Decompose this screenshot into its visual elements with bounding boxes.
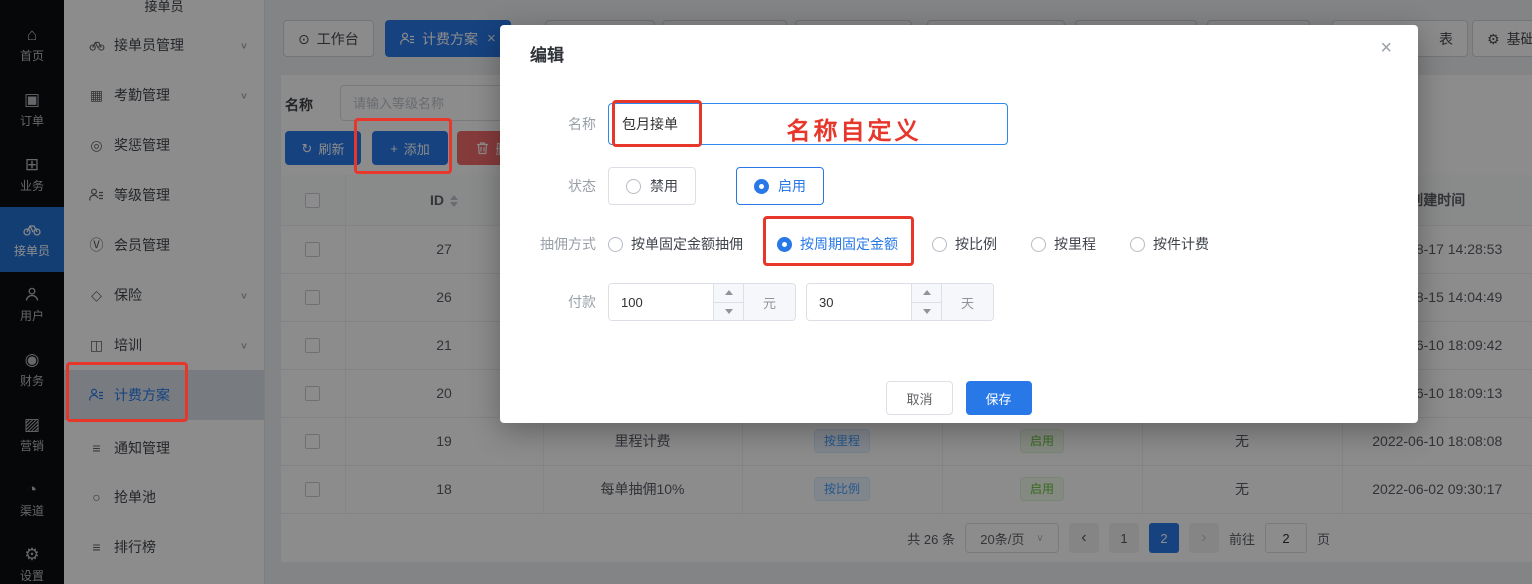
step-down-icon[interactable] xyxy=(714,302,743,321)
radio-icon xyxy=(932,237,947,252)
step-down-icon[interactable] xyxy=(912,302,941,321)
radio-label: 按周期固定金额 xyxy=(800,234,898,254)
radio-label: 禁用 xyxy=(650,176,678,196)
radio-label: 按件计费 xyxy=(1153,234,1209,254)
edit-dialog: 编辑 × 名称 状态 禁用 启用 抽佣方式 按单固定金额抽佣 xyxy=(500,25,1418,423)
app-screen: ⌂ 首页 ▣ 订单 ⊞ 业务 接单员 用户 xyxy=(0,0,1532,584)
method-field-label: 抽佣方式 xyxy=(500,234,608,254)
method-field-row: 抽佣方式 按单固定金额抽佣 按周期固定金额 按比例 按里程 xyxy=(500,229,1418,259)
days-unit: 天 xyxy=(941,284,993,320)
radio-disabled[interactable]: 禁用 xyxy=(608,167,696,205)
days-input-group: 天 xyxy=(806,283,994,321)
radio-fixed-per-order[interactable]: 按单固定金额抽佣 xyxy=(608,234,743,254)
method-radio-group: 按单固定金额抽佣 按周期固定金额 按比例 按里程 按件计费 xyxy=(608,234,1209,254)
radio-label: 按比例 xyxy=(955,234,997,254)
amount-unit: 元 xyxy=(743,284,795,320)
radio-icon xyxy=(608,237,623,252)
amount-input-group: 元 xyxy=(608,283,796,321)
radio-fixed-per-period[interactable]: 按周期固定金额 xyxy=(777,234,898,254)
annotation-note: 名称自定义 xyxy=(748,111,960,146)
pay-field-row: 付款 元 天 xyxy=(500,283,1418,321)
radio-enabled[interactable]: 启用 xyxy=(736,167,824,205)
step-up-icon[interactable] xyxy=(912,284,941,302)
status-field-label: 状态 xyxy=(500,176,608,196)
radio-by-ratio[interactable]: 按比例 xyxy=(932,234,997,254)
close-icon[interactable]: × xyxy=(1380,37,1392,60)
days-stepper[interactable] xyxy=(911,284,941,320)
radio-icon xyxy=(626,179,641,194)
cancel-button[interactable]: 取消 xyxy=(886,381,952,415)
name-field-label: 名称 xyxy=(500,114,608,134)
save-button[interactable]: 保存 xyxy=(966,381,1032,415)
radio-icon xyxy=(1031,237,1046,252)
dialog-footer: 取消 保存 xyxy=(500,381,1418,415)
step-up-icon[interactable] xyxy=(714,284,743,302)
status-field-row: 状态 禁用 启用 xyxy=(500,167,1418,205)
radio-icon xyxy=(754,179,769,194)
radio-label: 按单固定金额抽佣 xyxy=(631,234,743,254)
pay-field-label: 付款 xyxy=(500,292,608,312)
radio-label: 按里程 xyxy=(1054,234,1096,254)
amount-input[interactable] xyxy=(609,284,713,320)
radio-by-mileage[interactable]: 按里程 xyxy=(1031,234,1096,254)
dialog-title: 编辑 xyxy=(530,41,564,66)
radio-by-piece[interactable]: 按件计费 xyxy=(1130,234,1209,254)
radio-label: 启用 xyxy=(778,176,806,196)
radio-icon xyxy=(1130,237,1145,252)
days-input[interactable] xyxy=(807,284,911,320)
amount-stepper[interactable] xyxy=(713,284,743,320)
radio-icon xyxy=(777,237,792,252)
